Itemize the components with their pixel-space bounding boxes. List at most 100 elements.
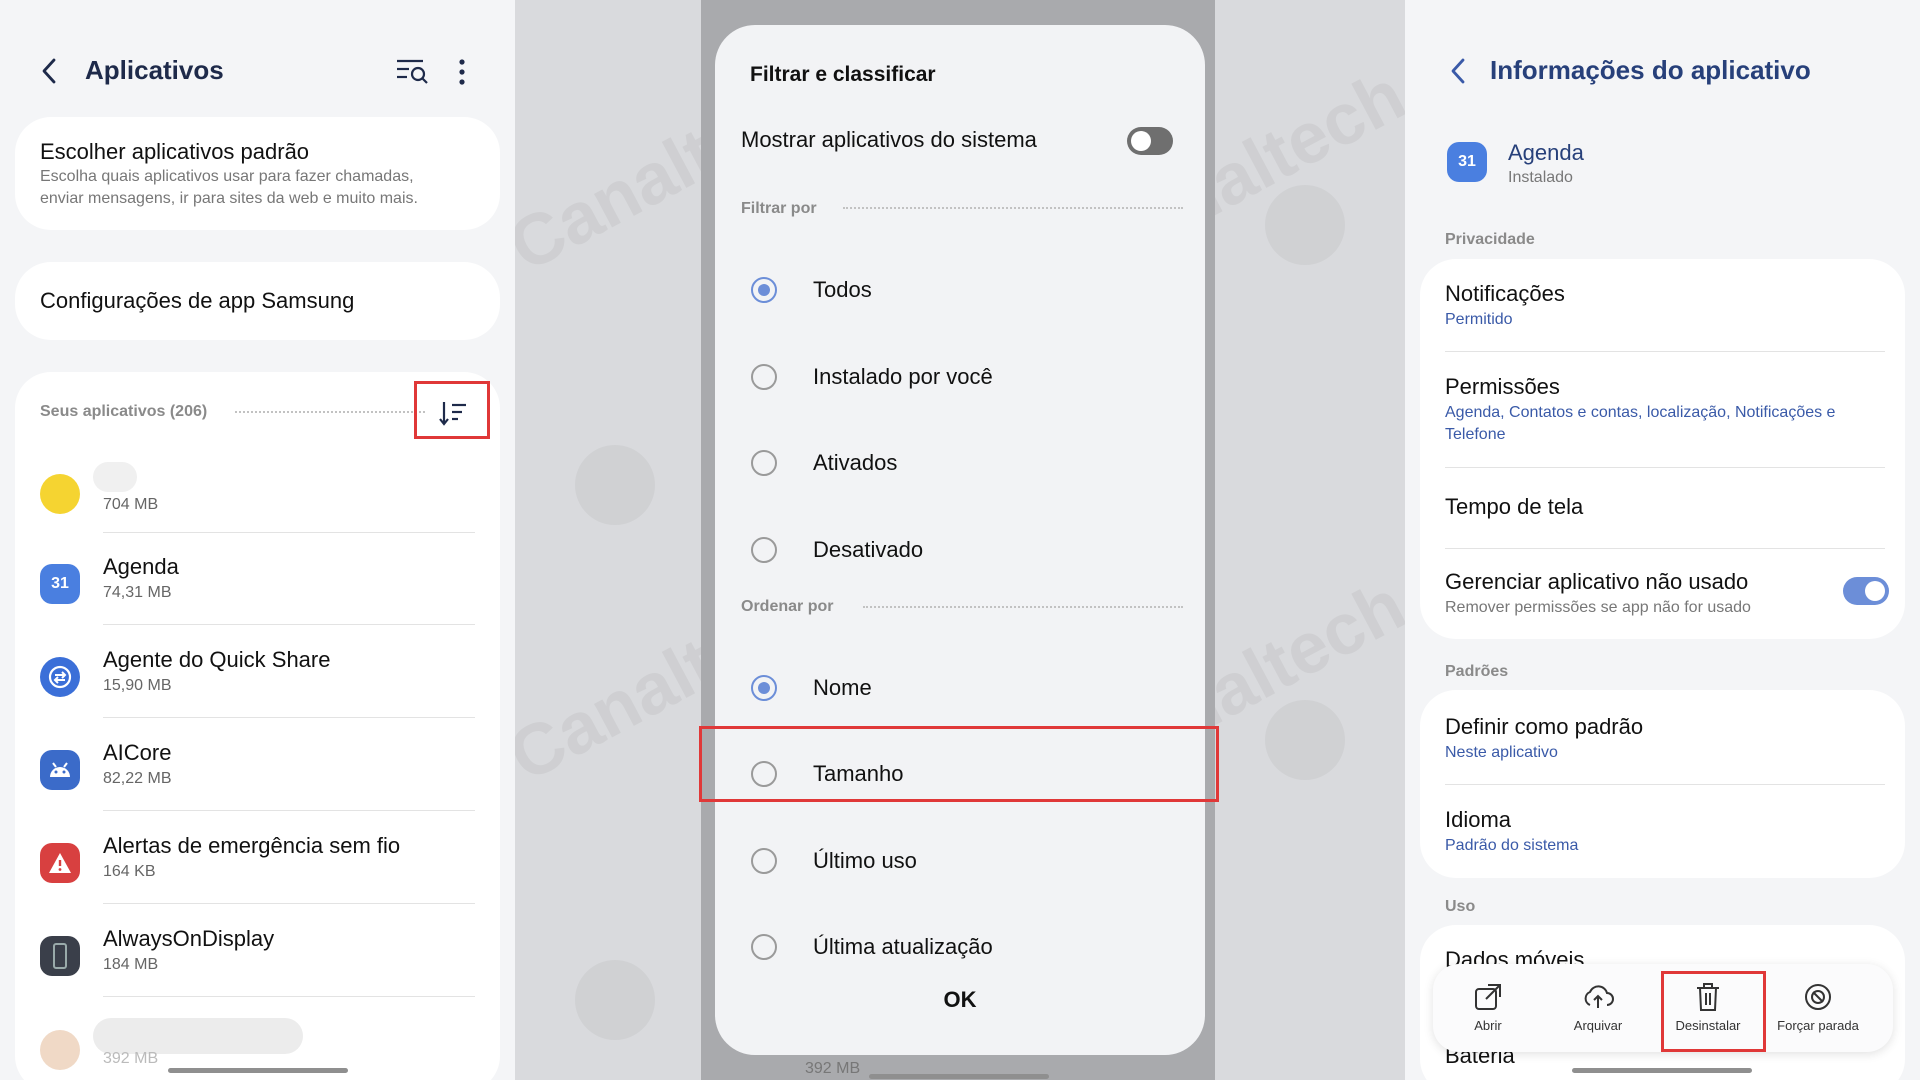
defaults-card: Definir como padrão Neste aplicativo Idi… (1420, 690, 1905, 878)
samsung-settings-card[interactable]: Configurações de app Samsung (15, 262, 500, 340)
order-section-label: Ordenar por (741, 598, 834, 615)
back-arrow-icon[interactable] (38, 56, 62, 86)
option-label: Instalado por você (813, 364, 993, 389)
list-item[interactable]: Agente do Quick Share 15,90 MB (15, 639, 500, 719)
open-external-icon (1475, 984, 1501, 1010)
app-status: Instalado (1508, 169, 1573, 186)
language-value: Padrão do sistema (1445, 837, 1579, 854)
notifications-value: Permitido (1445, 311, 1513, 328)
list-item[interactable]: AlwaysOnDisplay 184 MB (15, 918, 500, 998)
language-row[interactable]: Idioma Padrão do sistema (1420, 785, 1905, 878)
show-system-toggle[interactable] (1127, 127, 1173, 155)
screen-time-row[interactable]: Tempo de tela (1420, 468, 1905, 548)
cloud-upload-icon (1584, 985, 1614, 1008)
app-info-screen: Informações do aplicativo 31 Agenda Inst… (1405, 0, 1920, 1080)
option-label: Nome (813, 675, 872, 700)
permissions-value-1: Agenda, Contatos e contas, localização, … (1445, 404, 1836, 421)
app-size: 74,31 MB (103, 584, 172, 601)
notifications-row[interactable]: Notificações Permitido (1420, 259, 1905, 351)
app-size: 704 MB (103, 496, 159, 513)
toggle-knob (1865, 581, 1885, 601)
list-item[interactable]: Alertas de emergência sem fio 164 KB (15, 825, 500, 905)
section-divider (843, 207, 1183, 209)
list-item[interactable]: AICore 82,22 MB (15, 732, 500, 812)
filter-sort-screen: Canaltech Canaltech Canaltech Canaltech … (515, 0, 1405, 1080)
radio-button[interactable] (751, 277, 777, 303)
nav-handle (1572, 1068, 1752, 1073)
radio-button[interactable] (751, 364, 777, 390)
order-option-last-update[interactable]: Última atualização (715, 917, 1205, 977)
search-list-icon[interactable] (395, 56, 429, 86)
app-size: 184 MB (103, 956, 159, 973)
app-name: AICore (103, 740, 172, 765)
page-title: Aplicativos (85, 55, 224, 85)
apps-list-screen: Aplicativos Escolher aplicativos padrão … (0, 0, 515, 1080)
notifications-title: Notificações (1445, 281, 1565, 306)
order-option-last-used[interactable]: Último uso (715, 831, 1205, 891)
manage-unused-toggle[interactable] (1843, 577, 1889, 605)
size-option-highlight (699, 726, 1219, 802)
always-on-display-icon (40, 936, 80, 976)
manage-unused-row[interactable]: Gerenciar aplicativo não usado Remover p… (1420, 549, 1905, 639)
show-system-label: Mostrar aplicativos do sistema (741, 127, 1037, 152)
row-divider (103, 903, 475, 904)
filter-option-disabled[interactable]: Desativado (715, 520, 1205, 580)
filter-option-installed[interactable]: Instalado por você (715, 347, 1205, 407)
list-item[interactable]: 31 Agenda 74,31 MB (15, 546, 500, 626)
language-title: Idioma (1445, 807, 1512, 832)
sort-highlight (414, 381, 490, 439)
quick-share-icon (40, 657, 80, 697)
block-icon (1805, 984, 1831, 1010)
section-divider (235, 411, 425, 413)
privacy-section-label: Privacidade (1445, 231, 1535, 248)
filter-option-todos[interactable]: Todos (715, 260, 1205, 320)
apps-count-label: Seus aplicativos (206) (40, 403, 208, 420)
radio-button[interactable] (751, 450, 777, 476)
row-divider (103, 624, 475, 625)
row-divider (103, 717, 475, 718)
archive-label: Arquivar (1573, 1018, 1623, 1033)
order-option-name[interactable]: Nome (715, 658, 1205, 718)
permissions-title: Permissões (1445, 374, 1560, 399)
ok-button[interactable]: OK (910, 987, 1010, 1013)
app-icon (40, 1030, 80, 1070)
option-label: Todos (813, 277, 872, 302)
app-name: AlwaysOnDisplay (103, 926, 275, 951)
behind-app-size: 392 MB (805, 1060, 861, 1077)
radio-button[interactable] (751, 537, 777, 563)
archive-button[interactable]: Arquivar (1543, 968, 1653, 1048)
nav-handle (869, 1074, 1049, 1079)
watermark-logo (1265, 185, 1345, 265)
filter-option-enabled[interactable]: Ativados (715, 433, 1205, 493)
warning-icon (40, 843, 80, 883)
more-vertical-icon[interactable] (456, 58, 468, 86)
manage-unused-title: Gerenciar aplicativo não usado (1445, 569, 1749, 594)
calendar-icon: 31 (40, 564, 80, 604)
default-apps-card[interactable]: Escolher aplicativos padrão Escolha quai… (15, 117, 500, 230)
blurred-app-name (93, 1018, 303, 1054)
option-label: Desativado (813, 537, 924, 562)
app-name: Agenda (1508, 140, 1584, 165)
usage-section-label: Uso (1445, 898, 1476, 915)
app-name: Agenda (103, 554, 179, 579)
apps-list-card: Seus aplicativos (206) 704 MB 31 Agenda … (15, 372, 500, 1080)
radio-button[interactable] (751, 934, 777, 960)
default-apps-description-2: enviar mensagens, ir para sites da web e… (40, 190, 418, 207)
nav-handle (168, 1068, 348, 1073)
watermark-logo (575, 445, 655, 525)
android-icon (40, 750, 80, 790)
radio-button[interactable] (751, 675, 777, 701)
row-divider (103, 532, 475, 533)
uninstall-highlight (1661, 971, 1766, 1052)
open-button[interactable]: Abrir (1433, 968, 1543, 1048)
permissions-row[interactable]: Permissões Agenda, Contatos e contas, lo… (1420, 352, 1905, 462)
option-label: Ativados (813, 450, 898, 475)
set-default-row[interactable]: Definir como padrão Neste aplicativo (1420, 690, 1905, 784)
force-stop-button[interactable]: Forçar parada (1763, 968, 1873, 1048)
list-item[interactable]: 704 MB (15, 452, 500, 532)
screen-time-title: Tempo de tela (1445, 494, 1584, 519)
back-arrow-icon[interactable] (1447, 56, 1471, 86)
show-system-row[interactable]: Mostrar aplicativos do sistema (715, 117, 1205, 167)
app-size: 164 KB (103, 863, 156, 880)
radio-button[interactable] (751, 848, 777, 874)
